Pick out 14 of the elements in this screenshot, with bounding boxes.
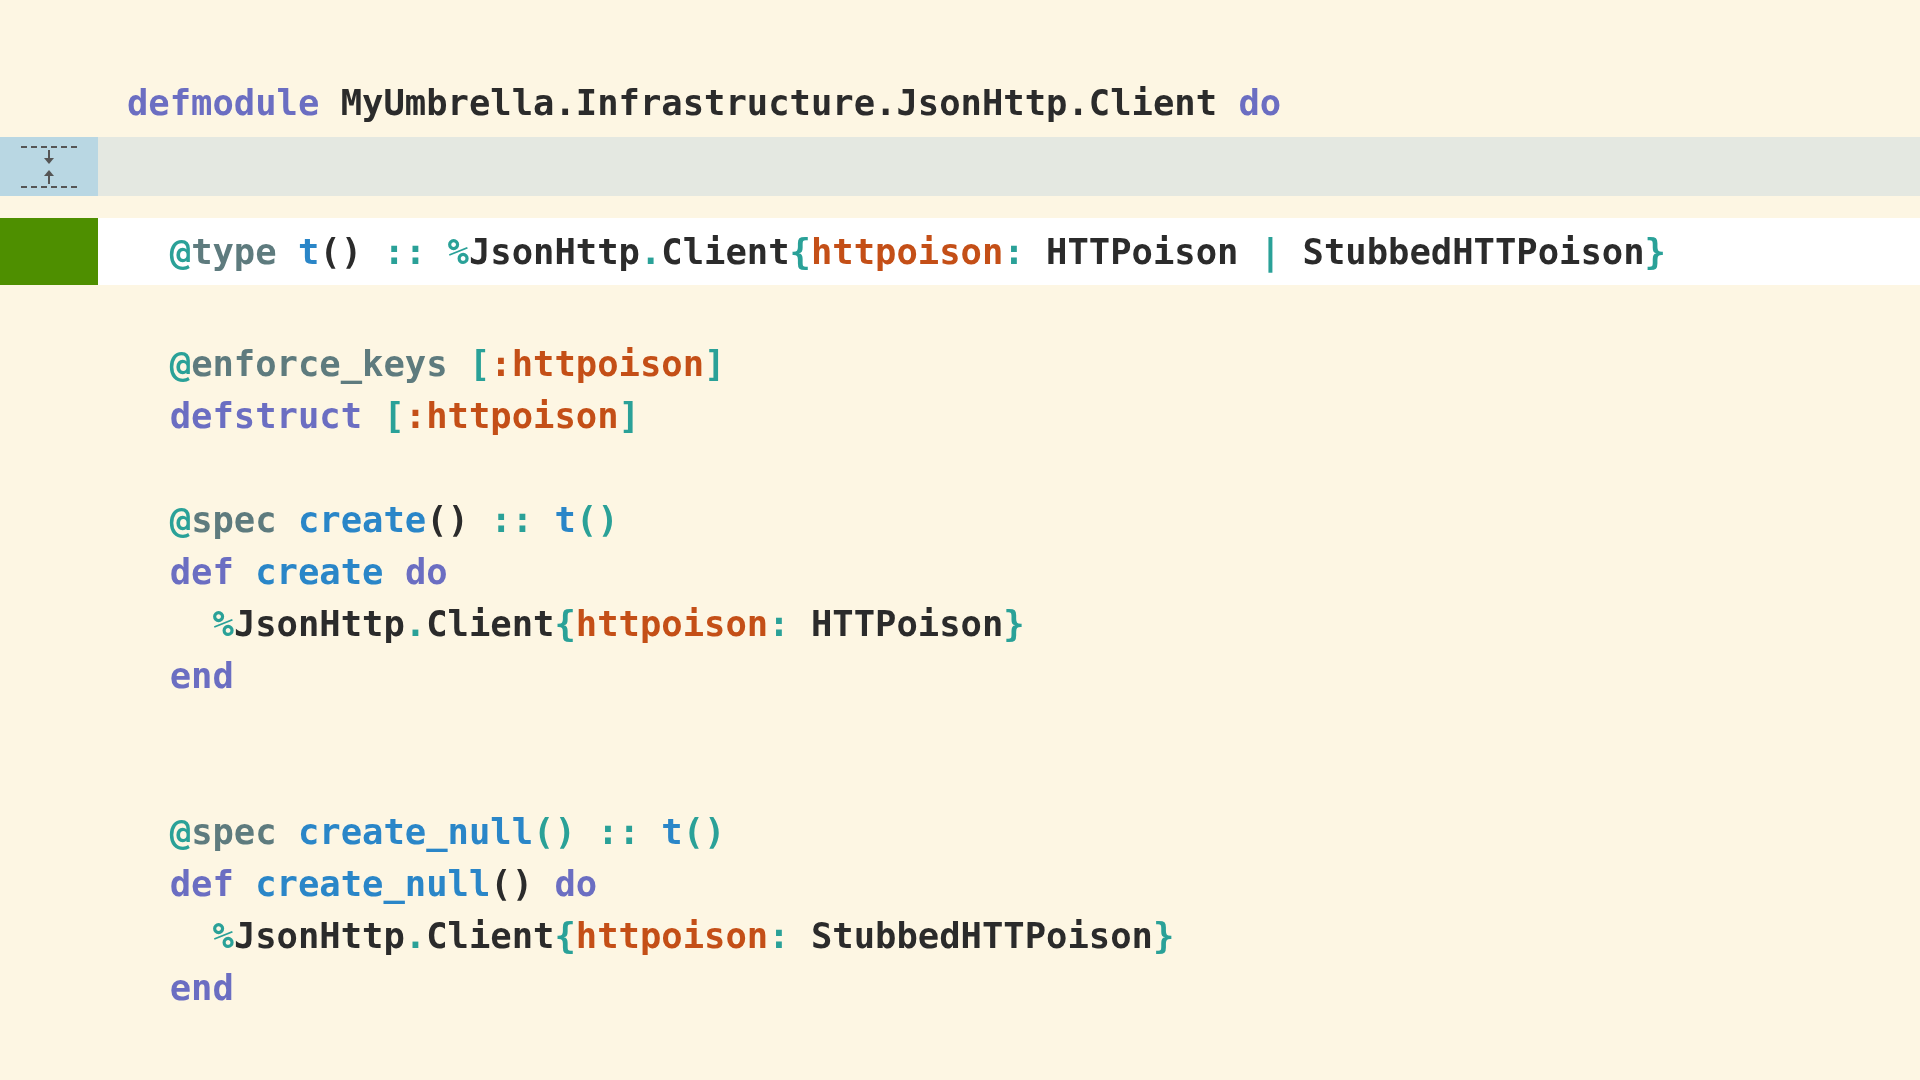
- code-line: end: [168, 966, 234, 1008]
- code-line: @enforce_keys [:httpoison]: [168, 342, 726, 384]
- code-line: end: [168, 654, 234, 696]
- unfold-icon[interactable]: [21, 143, 77, 190]
- code-line: @type t() :: %JsonHttp.Client{httpoison: HTTPoison | StubbedHTTPoison}: [168, 231, 1666, 272]
- code-line: %JsonHttp.Client{httpoison: StubbedHTTPoison}: [211, 914, 1175, 956]
- code-line: defmodule MyUmbrella.Infrastructure.JsonHttp.Client do: [126, 81, 1282, 123]
- code-line: %JsonHttp.Client{httpoison: HTTPoison}: [211, 602, 1025, 644]
- code-line: def create_null() do: [168, 862, 598, 904]
- code-line: defstruct [:httpoison]: [168, 394, 640, 436]
- code-line: def create do: [168, 550, 448, 592]
- code-line: @spec create() :: t(): [168, 498, 619, 540]
- code-line: @spec create_null() :: t(): [168, 810, 726, 852]
- fold-gutter[interactable]: [0, 137, 98, 196]
